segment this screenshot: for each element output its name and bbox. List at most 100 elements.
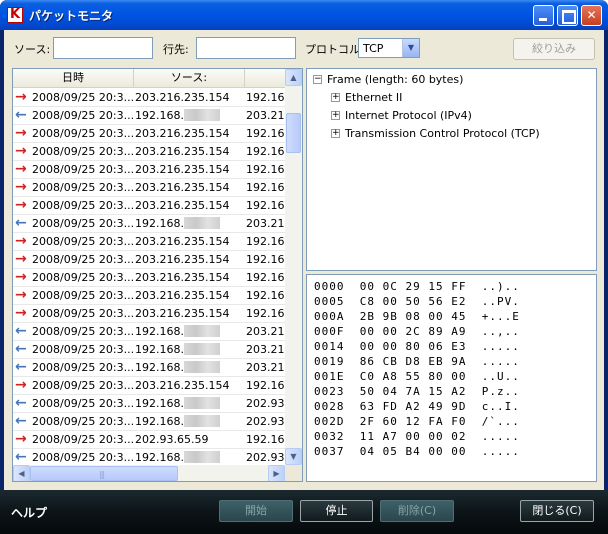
table-row[interactable]: → 2008/09/25 20:3... 203.216.235.154 192.16… <box>13 305 285 323</box>
scroll-right-icon[interactable]: ▶ <box>268 465 285 481</box>
vertical-scroll-thumb[interactable] <box>286 113 301 153</box>
cell-source: 203.216.235.154 <box>135 289 245 302</box>
table-row[interactable]: → 2008/09/25 20:3... 203.216.235.154 192.16… <box>13 251 285 269</box>
source-input[interactable] <box>53 37 153 59</box>
title-bar[interactable]: K パケットモニタ ✕ <box>0 0 608 30</box>
cell-source: 203.216.235.154 <box>135 181 245 194</box>
table-row[interactable]: ← 2008/09/25 20:3...192.168. 203.216 <box>13 107 285 125</box>
cell-source: 192.168. <box>135 361 245 374</box>
table-row[interactable]: ← 2008/09/25 20:3... 192.168. 202.93. <box>13 395 285 413</box>
hex-bytes: 63 FD A2 49 9D <box>359 400 467 413</box>
cell-destination: 192.168 <box>246 289 285 302</box>
cell-destination: 203.216 <box>246 325 285 338</box>
list-header: 日時 ソース: <box>13 69 285 88</box>
hex-row: 0023 50 04 7A 15 A2 P.z.. <box>314 385 520 400</box>
arrow-left-icon: ← <box>15 413 27 429</box>
arrow-right-icon: → <box>15 143 27 159</box>
cell-time: 2008/09/25 20:3... <box>32 163 133 176</box>
hex-offset: 0005 <box>314 295 345 308</box>
hex-bytes: C8 00 50 56 E2 <box>359 295 467 308</box>
table-row[interactable]: → 2008/09/25 20:3... 203.216.235.154 192.16… <box>13 269 285 287</box>
hex-offset: 0037 <box>314 445 345 458</box>
redacted-address <box>183 109 220 121</box>
column-header-time[interactable]: 日時 <box>13 69 134 87</box>
hex-row: 0014 00 00 80 06 E3 ..... <box>314 340 520 355</box>
column-header-source[interactable]: ソース: <box>134 69 245 87</box>
cell-time: 2008/09/25 20:3... <box>32 343 133 356</box>
close-icon[interactable]: ✕ <box>581 5 602 26</box>
hex-ascii: c..I. <box>481 400 520 413</box>
expand-icon[interactable]: + <box>331 129 340 138</box>
stop-button[interactable]: 停止 <box>300 500 373 522</box>
help-link[interactable]: ヘルプ <box>11 504 47 521</box>
table-row[interactable]: → 2008/09/25 20:3... 203.216.235.154 192.16… <box>13 143 285 161</box>
source-text: 203.216.235.154 <box>135 163 230 176</box>
table-row[interactable]: → 2008/09/25 20:3... 203.216.235.154 192.16… <box>13 161 285 179</box>
hex-ascii: +...E <box>481 310 520 323</box>
scroll-left-icon[interactable]: ◀ <box>13 465 30 481</box>
table-row[interactable]: → 2008/09/25 20:3... 203.216.235.154 192.16… <box>13 233 285 251</box>
source-text: 203.216.235.154 <box>135 235 230 248</box>
hex-bytes: 00 0C 29 15 FF <box>359 280 467 293</box>
apply-filter-button[interactable]: 絞り込み <box>513 38 595 60</box>
table-row[interactable]: → 2008/09/25 20:3... 203.216.235.154 192.16… <box>13 179 285 197</box>
cell-source: 203.216.235.154 <box>135 235 245 248</box>
packet-details-tree[interactable]: − Frame (length: 60 bytes) + Ethernet II… <box>306 68 597 271</box>
close-button[interactable]: 閉じる(C) <box>520 500 594 522</box>
protocol-select[interactable]: TCP ▼ <box>358 38 420 58</box>
cell-time: 2008/09/25 20:3... <box>32 235 133 248</box>
start-button[interactable]: 開始 <box>219 500 293 522</box>
maximize-icon[interactable] <box>557 5 578 26</box>
destination-input[interactable] <box>196 37 296 59</box>
table-row[interactable]: → 2008/09/25 20:3... 203.216.235.154 192.16… <box>13 89 285 107</box>
hex-dump[interactable]: 0000 00 0C 29 15 FF ..).. 0005 C8 00 50 … <box>306 274 597 482</box>
chevron-down-icon[interactable]: ▼ <box>402 39 419 57</box>
expand-icon[interactable]: + <box>331 111 340 120</box>
cell-destination: 192.168 <box>246 433 285 446</box>
source-text: 203.216.235.154 <box>135 145 230 158</box>
scroll-up-icon[interactable]: ▲ <box>285 69 302 86</box>
packet-list[interactable]: 日時 ソース: → 2008/09/25 20:3... 203.216.235.1… <box>12 68 303 482</box>
vertical-scrollbar[interactable]: ▲ ▼ <box>285 69 302 465</box>
hex-bytes: 00 00 2C 89 A9 <box>359 325 467 338</box>
cell-time: 2008/09/25 20:3... <box>32 91 133 104</box>
table-row[interactable]: → 2008/09/25 20:3... 203.216.235.154 192.16… <box>13 197 285 215</box>
cell-time: 2008/09/25 20:3... <box>32 271 133 284</box>
hex-ascii: ..PV. <box>481 295 520 308</box>
hex-ascii: ..... <box>481 340 520 353</box>
collapse-icon[interactable]: − <box>313 75 322 84</box>
arrow-left-icon: ← <box>15 359 27 375</box>
table-row[interactable]: → 2008/09/25 20:3... 203.216.235.154 192.16… <box>13 377 285 395</box>
table-row[interactable]: ← 2008/09/25 20:3...192.168. 203.216 <box>13 341 285 359</box>
hex-bytes: 04 05 B4 00 00 <box>359 445 467 458</box>
table-row[interactable]: → 2008/09/25 20:3... 203.216.235.154 192.16… <box>13 287 285 305</box>
table-row[interactable]: ← 2008/09/25 20:3...192.168. 203.216 <box>13 215 285 233</box>
table-row[interactable]: ← 2008/09/25 20:3... 192.168. 202.93. <box>13 413 285 431</box>
cell-destination: 192.168 <box>246 271 285 284</box>
table-row[interactable]: ← 2008/09/25 20:3...192.168. 203.216 <box>13 323 285 341</box>
table-row[interactable]: ← 2008/09/25 20:3... 192.168. 202.93. <box>13 449 285 465</box>
tree-node-label: Frame (length: 60 bytes) <box>327 73 464 86</box>
cell-time: 2008/09/25 20:3... <box>32 379 133 392</box>
cell-source: 203.216.235.154 <box>135 199 245 212</box>
redacted-address <box>183 415 220 427</box>
source-text: 203.216.235.154 <box>135 271 230 284</box>
hex-offset: 002D <box>314 415 345 428</box>
table-row[interactable]: → 2008/09/25 20:3...202.93.65.59 192.168 <box>13 431 285 449</box>
packet-rows: → 2008/09/25 20:3... 203.216.235.154 192.16… <box>13 89 285 465</box>
cell-time: 2008/09/25 20:3... <box>32 253 133 266</box>
protocol-value: TCP <box>363 42 384 55</box>
table-row[interactable]: ← 2008/09/25 20:3...192.168. 203.216 <box>13 359 285 377</box>
scroll-down-icon[interactable]: ▼ <box>285 448 302 465</box>
destination-label: 行先: <box>163 43 189 56</box>
cell-source: 202.93.65.59 <box>135 433 245 446</box>
delete-button[interactable]: 削除(C) <box>380 500 454 522</box>
expand-icon[interactable]: + <box>331 93 340 102</box>
cell-source: 203.216.235.154 <box>135 163 245 176</box>
horizontal-scroll-thumb[interactable]: ||| <box>30 466 178 481</box>
redacted-address <box>183 451 220 463</box>
table-row[interactable]: → 2008/09/25 20:3... 203.216.235.154 192.16… <box>13 125 285 143</box>
column-header-destination[interactable] <box>245 69 285 87</box>
horizontal-scrollbar[interactable]: ◀ ||| ▶ <box>13 465 285 481</box>
minimize-icon[interactable] <box>533 5 554 26</box>
